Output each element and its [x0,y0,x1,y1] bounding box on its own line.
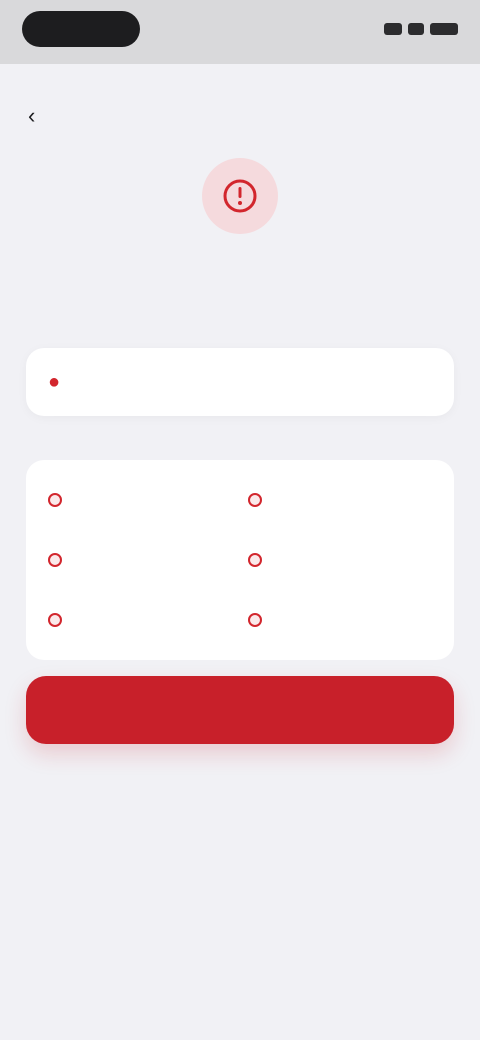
options-card [26,460,454,660]
radio-icon [248,553,262,567]
option-item[interactable] [40,590,240,650]
location-search-input[interactable] [74,373,432,391]
section-header [30,424,450,454]
radio-icon [248,493,262,507]
location-pin-icon: ● [48,370,61,393]
option-item[interactable] [240,590,440,650]
option-item[interactable] [240,470,440,530]
status-time [22,11,140,47]
primary-action-button[interactable] [26,676,454,744]
location-search-box[interactable]: ● [26,348,454,416]
hero-glyph [223,179,257,213]
alert-location-icon [202,158,278,234]
status-icons [384,23,458,35]
option-item[interactable] [240,530,440,590]
radio-icon [48,613,62,627]
back-button[interactable]: ‹ [28,96,43,136]
wifi-icon [408,23,424,35]
status-bar [0,0,480,64]
chevron-left-icon: ‹ [28,103,36,128]
radio-icon [248,613,262,627]
battery-icon [430,23,458,35]
radio-icon [48,493,62,507]
signal-icon [384,23,402,35]
option-item[interactable] [40,530,240,590]
radio-icon [48,553,62,567]
option-item[interactable] [40,470,240,530]
